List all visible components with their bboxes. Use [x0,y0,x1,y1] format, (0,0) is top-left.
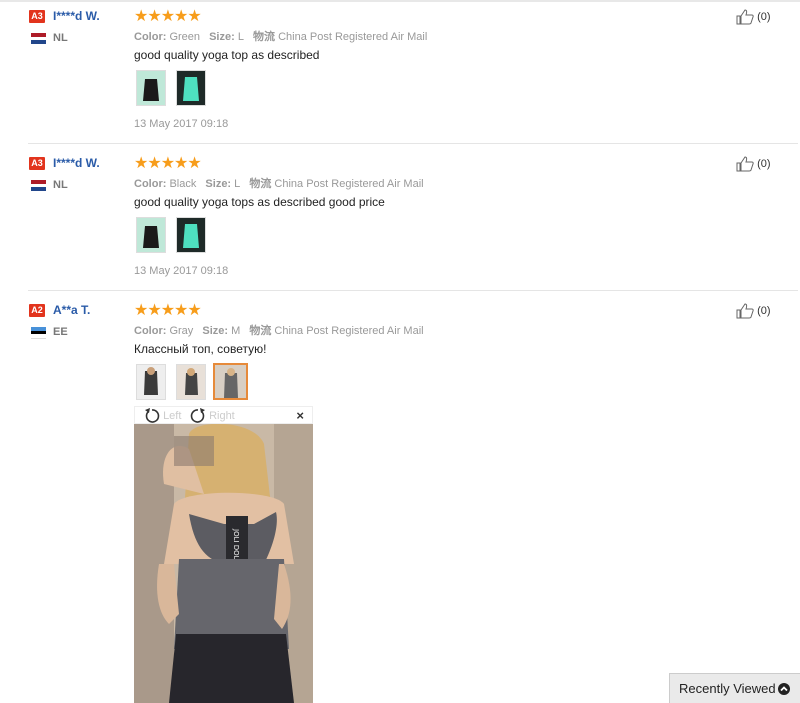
photo-viewer-toolbar: Left Right × [134,406,313,424]
buyer-level-badge: A3 [29,157,45,170]
photo-viewer: Left Right × JOLI DOLL [134,406,313,703]
star-rating: ★★★★★ [134,8,202,25]
country-code: NL [53,32,68,44]
reviewer-name[interactable]: I****d W. [53,9,100,23]
shipping-value: China Post Registered Air Mail [274,325,424,337]
buyer-level-badge: A2 [29,304,45,317]
review-text: good quality yoga top as described [134,48,320,62]
review-photo-thumb[interactable] [136,364,166,400]
rotate-left-label: Left [163,410,182,422]
reviewer-name[interactable]: I****d W. [53,156,100,170]
review-date: 13 May 2017 09:18 [134,118,229,130]
size-value: L [237,31,244,43]
svg-text:JOLI DOLL: JOLI DOLL [232,528,240,564]
star-rating: ★★★★★ [134,302,202,319]
buyer-level-badge: A3 [29,10,45,23]
review-divider [28,290,798,291]
rotate-left-button[interactable]: Left [144,407,181,425]
country-flag-icon [31,327,46,339]
review-photo-thumb[interactable] [176,364,206,400]
helpful-count: (0) [757,10,771,23]
color-value: Green [169,31,201,43]
helpful-button[interactable]: (0) [736,156,771,172]
color-label: Color: [134,31,167,43]
color-label: Color: [134,325,167,337]
country-flag-icon [31,33,46,44]
size-value: L [234,178,241,190]
chevron-up-icon [778,683,790,695]
size-label: Size: [205,178,232,190]
thumbs-up-icon [736,9,754,25]
shipping-value: China Post Registered Air Mail [274,178,424,190]
order-attributes: Color: Gray Size: M 物流 China Post Regist… [134,322,424,338]
size-label: Size: [209,31,235,43]
order-attributes: Color: Green Size: L 物流 China Post Regis… [134,28,427,44]
shipping-label: 物流 [253,31,276,43]
helpful-count: (0) [757,304,771,317]
review-photo-thumb[interactable] [176,217,206,253]
color-value: Gray [169,325,194,337]
recently-viewed-label: Recently Viewed [679,681,776,696]
review-text: good quality yoga tops as described good… [134,195,385,209]
review-date: 13 May 2017 09:18 [134,265,229,277]
thumbs-up-icon [736,303,754,319]
review-divider [28,143,798,144]
color-value: Black [169,178,197,190]
color-label: Color: [134,178,167,190]
size-label: Size: [202,325,229,337]
helpful-button[interactable]: (0) [736,9,771,25]
shipping-value: China Post Registered Air Mail [278,31,428,43]
rotate-right-label: Right [209,410,235,422]
shipping-label: 物流 [249,178,272,190]
close-icon[interactable]: × [296,407,304,425]
country-flag-icon [31,180,46,191]
top-border [0,0,800,2]
rotate-left-icon [145,408,160,423]
helpful-button[interactable]: (0) [736,303,771,319]
star-rating: ★★★★★ [134,155,202,172]
review-photo-thumb-selected[interactable] [213,363,248,400]
review-photo-thumb[interactable] [176,70,206,106]
rotate-right-button[interactable]: Right [190,407,235,425]
enlarged-review-photo: JOLI DOLL [134,424,313,703]
thumbs-up-icon [736,156,754,172]
review-text: Классный топ, советую! [134,342,267,356]
shipping-label: 物流 [249,325,272,337]
reviewer-name[interactable]: A**a T. [53,303,90,317]
rotate-right-icon [190,408,205,423]
review-photo-thumb[interactable] [136,217,166,253]
helpful-count: (0) [757,157,771,170]
size-value: M [231,325,241,337]
order-attributes: Color: Black Size: L 物流 China Post Regis… [134,175,424,191]
review-photo-thumb[interactable] [136,70,166,106]
country-code: EE [53,326,68,338]
recently-viewed-tab[interactable]: Recently Viewed [669,673,800,703]
country-code: NL [53,179,68,191]
